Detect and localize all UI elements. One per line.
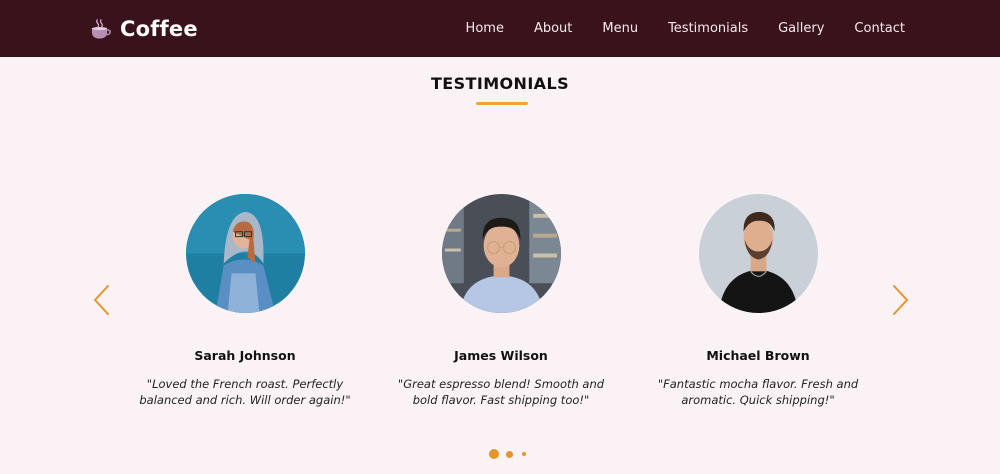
- nav-link-home[interactable]: Home: [466, 21, 504, 36]
- testimonial-card: Michael Brown "Fantastic mocha flavor. F…: [638, 194, 878, 408]
- nav-link-gallery[interactable]: Gallery: [778, 21, 824, 36]
- carousel-prev-button[interactable]: [91, 284, 111, 316]
- title-underline: [476, 102, 528, 105]
- nav-link-menu[interactable]: Menu: [602, 21, 638, 36]
- brand-name: Coffee: [120, 16, 198, 41]
- section-title: TESTIMONIALS: [430, 74, 569, 93]
- testimonial-name: James Wilson: [454, 348, 548, 363]
- avatar: [698, 194, 818, 313]
- brand-logo[interactable]: Coffee: [90, 17, 198, 41]
- carousel-dot-3[interactable]: [522, 452, 526, 456]
- avatar: [441, 194, 561, 313]
- testimonial-quote: "Loved the French roast. Perfectly balan…: [139, 377, 351, 407]
- chevron-right-icon: [891, 284, 911, 316]
- avatar: [185, 194, 305, 313]
- testimonial-card: Sarah Johnson "Loved the French roast. P…: [125, 194, 365, 408]
- testimonial-name: Sarah Johnson: [194, 348, 296, 363]
- carousel-next-button[interactable]: [891, 284, 911, 316]
- testimonial-card: James Wilson "Great espresso blend! Smoo…: [381, 194, 621, 408]
- carousel-dots: [0, 448, 1000, 460]
- testimonial-quote: "Great espresso blend! Smooth and bold f…: [397, 377, 605, 407]
- testimonial-name: Michael Brown: [706, 348, 810, 363]
- navbar: Coffee Home About Menu Testimonials Gall…: [0, 0, 1000, 57]
- carousel-dot-2[interactable]: [506, 450, 513, 458]
- testimonial-quote: "Fantastic mocha flavor. Fresh and aroma…: [657, 377, 859, 407]
- chevron-left-icon: [91, 284, 111, 316]
- nav-link-about[interactable]: About: [534, 21, 572, 36]
- nav-link-contact[interactable]: Contact: [854, 21, 905, 36]
- coffee-cup-icon: [90, 18, 111, 40]
- nav-link-testimonials[interactable]: Testimonials: [668, 21, 748, 36]
- nav-links: Home About Menu Testimonials Gallery Con…: [466, 21, 905, 36]
- carousel-dot-1[interactable]: [489, 449, 499, 459]
